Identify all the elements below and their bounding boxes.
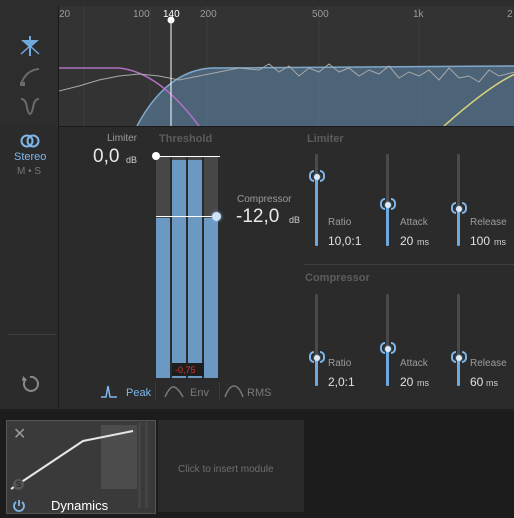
low-shelf-icon[interactable]: [18, 64, 42, 88]
left-toolbar: Stereo M • S: [0, 126, 59, 408]
insert-module-text: Click to insert module: [178, 464, 274, 475]
limiter-label: Limiter: [107, 133, 138, 144]
limiter-ratio-label: Ratio: [328, 217, 352, 228]
compressor-release-unit: ms: [486, 378, 498, 388]
stereo-button[interactable]: Stereo: [14, 151, 46, 163]
peak-mode-icon[interactable]: [100, 384, 118, 398]
compressor-unit: dB: [289, 215, 301, 225]
band-fill: [137, 66, 514, 126]
ms-button[interactable]: M • S: [17, 166, 41, 177]
meter-bar-fill: [204, 218, 218, 378]
limiter-value[interactable]: 0,0: [93, 146, 119, 168]
limiter-unit: dB: [126, 155, 138, 165]
threshold-label: Threshold: [159, 133, 213, 145]
compressor-ratio-value[interactable]: 2,0:1: [328, 375, 355, 389]
threshold-meter[interactable]: -0,75: [152, 152, 221, 378]
limiter-attack-unit: ms: [417, 237, 429, 247]
compressor-label: Compressor: [237, 194, 292, 205]
compressor-threshold-line: [156, 216, 220, 217]
module-meter-right: [145, 422, 148, 508]
compressor-release-label: Release: [470, 358, 507, 369]
dynamics-panel: [0, 126, 514, 409]
env-mode-icon[interactable]: [164, 384, 184, 398]
stereo-icon[interactable]: [20, 134, 40, 148]
module-strip: ✕ S Dynamics Click to insert module: [0, 412, 514, 518]
freq-label-20: 20: [59, 9, 71, 20]
dynamics-module-slot[interactable]: ✕ S Dynamics: [6, 420, 156, 514]
compressor-section-title: Compressor: [305, 272, 370, 284]
meter-bar-fill: [172, 160, 186, 378]
rms-mode-icon[interactable]: [224, 384, 244, 398]
spectrum-display[interactable]: 20 100 140 200 500 1k 2: [58, 6, 514, 126]
limiter-ratio-value[interactable]: 10,0:1: [328, 234, 361, 248]
freq-label-200: 200: [200, 9, 217, 20]
compressor-release-value[interactable]: 60: [470, 375, 483, 389]
analyzer-panel: 20 100 140 200 500 1k 2: [0, 0, 514, 126]
limiter-attack-value[interactable]: 20: [400, 234, 413, 248]
meter-bar-fill: [156, 218, 170, 378]
close-icon[interactable]: ✕: [13, 424, 26, 444]
freq-label-2k: 2: [507, 9, 513, 20]
compressor-attack-unit: ms: [417, 378, 429, 388]
freq-label-1k: 1k: [413, 9, 424, 20]
peak-mode-button[interactable]: Peak: [126, 387, 151, 399]
reset-icon[interactable]: [20, 374, 40, 394]
compressor-value[interactable]: -12,0: [236, 206, 279, 228]
meter-bar-fill: [188, 160, 202, 378]
env-mode-button[interactable]: Env: [190, 387, 209, 399]
compressor-attack-label: Attack: [400, 358, 428, 369]
solo-icon[interactable]: S: [13, 479, 24, 490]
peak-readout: -0,75: [175, 365, 196, 375]
limiter-threshold-line: [156, 156, 220, 157]
compressor-attack-value[interactable]: 20: [400, 375, 413, 389]
band-select-icon[interactable]: [18, 34, 42, 58]
divider: [155, 382, 156, 400]
limiter-section-title: Limiter: [307, 133, 344, 145]
notch-filter-icon[interactable]: [18, 96, 42, 120]
limiter-attack-label: Attack: [400, 217, 428, 228]
power-icon[interactable]: [12, 499, 26, 513]
rms-mode-button[interactable]: RMS: [247, 387, 271, 399]
divider: [8, 334, 56, 335]
freq-label-500: 500: [312, 9, 329, 20]
limiter-threshold-handle[interactable]: [152, 152, 160, 160]
divider: [219, 382, 220, 400]
limiter-release-unit: ms: [494, 237, 506, 247]
freq-label-140: 140: [163, 9, 180, 20]
freq-label-100: 100: [133, 9, 150, 20]
module-meter-left: [138, 422, 141, 508]
module-name: Dynamics: [51, 498, 109, 513]
limiter-release-value[interactable]: 100: [470, 234, 490, 248]
compressor-threshold-handle[interactable]: [212, 212, 221, 221]
divider: [304, 264, 514, 265]
empty-module-slot[interactable]: Click to insert module: [158, 420, 304, 512]
limiter-release-label: Release: [470, 217, 507, 228]
compressor-ratio-label: Ratio: [328, 358, 352, 369]
